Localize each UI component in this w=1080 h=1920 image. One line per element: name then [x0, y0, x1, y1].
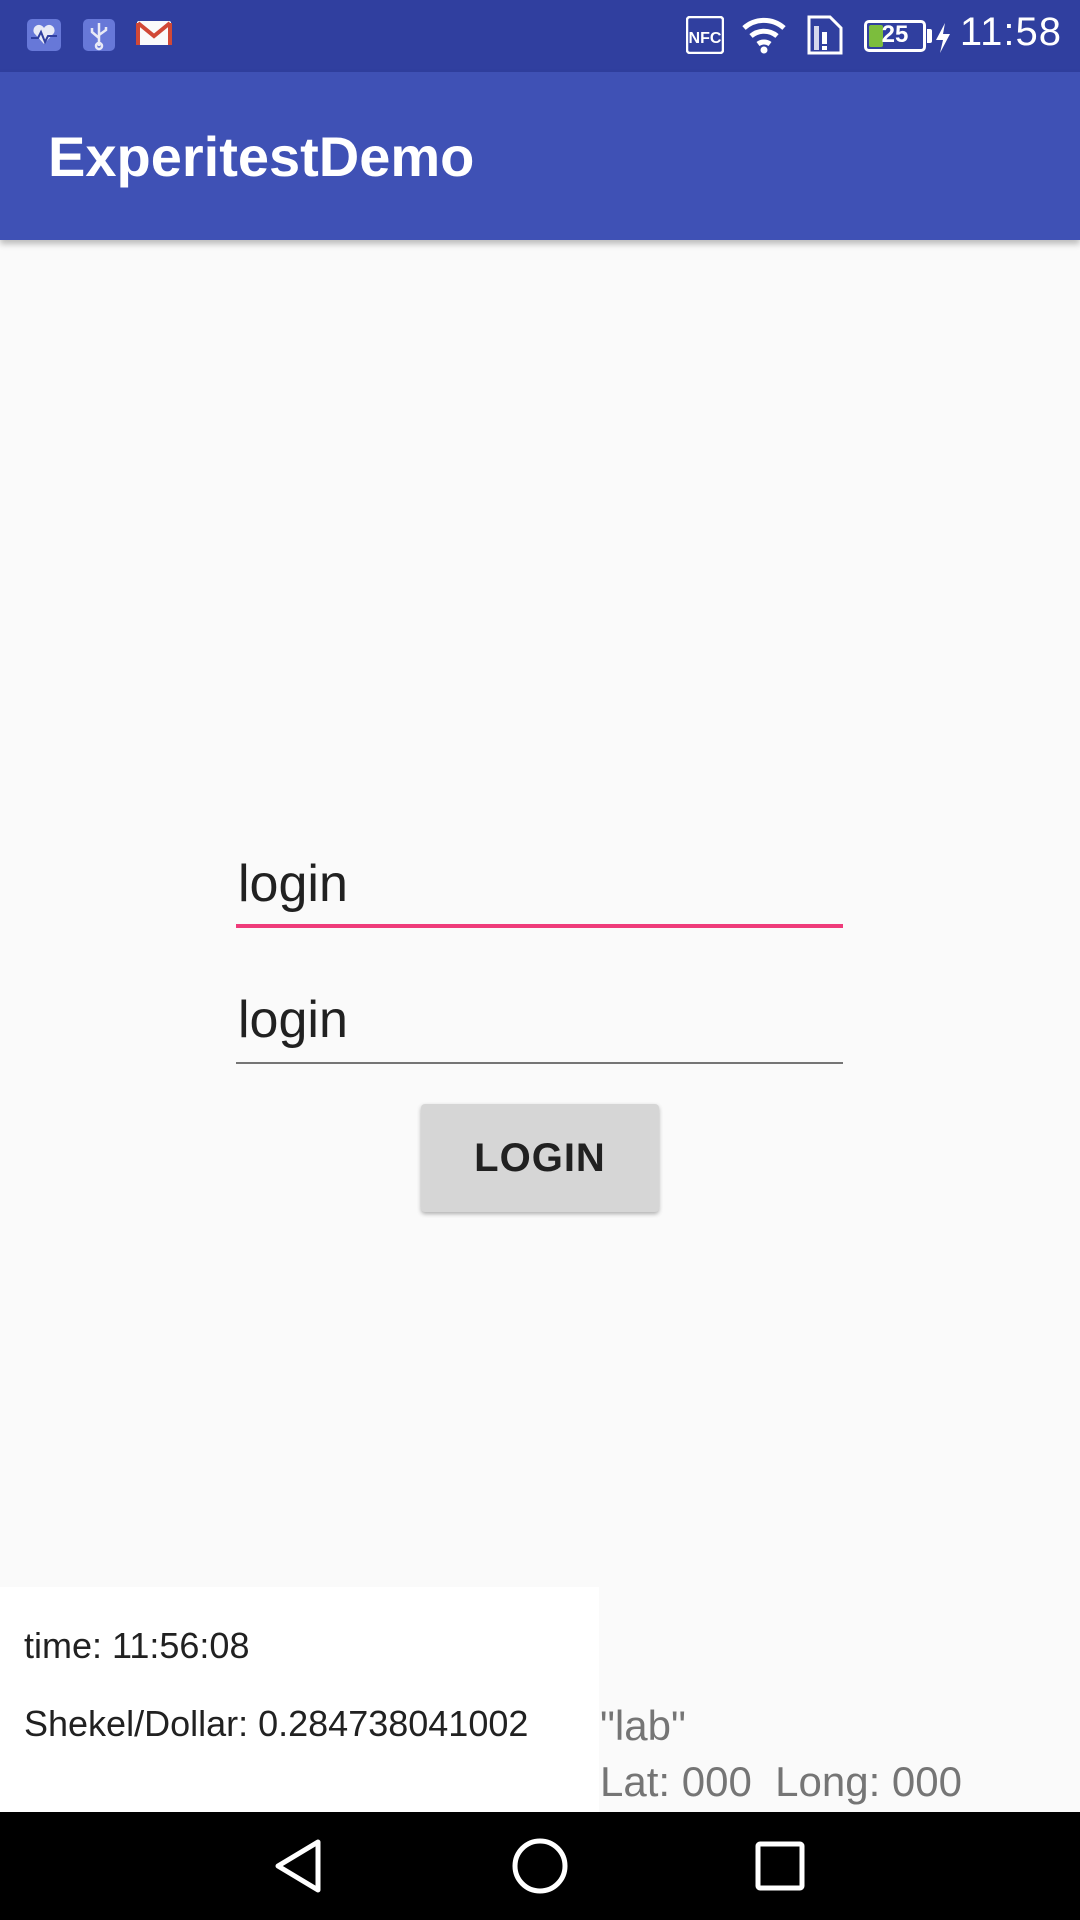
status-bar: NFC 25 11:58: [0, 0, 1080, 72]
username-field[interactable]: [236, 844, 843, 928]
svg-text:NFC: NFC: [689, 30, 722, 47]
wifi-icon: [740, 14, 788, 59]
recents-icon[interactable]: [750, 1836, 810, 1896]
coordinates-label: Lat: 000 Long: 000: [600, 1758, 962, 1805]
app-title: ExperitestDemo: [48, 125, 475, 188]
password-underline: [236, 1062, 843, 1064]
battery-level-text: 25: [881, 21, 909, 48]
sim-icon: [806, 14, 844, 61]
app-bar: ExperitestDemo: [0, 72, 1080, 240]
usb-icon: [82, 18, 116, 57]
navigation-bar: [0, 1812, 1080, 1920]
info-panel: time: 11:56:08 Shekel/Dollar: 0.28473804…: [0, 1587, 599, 1812]
login-button[interactable]: LOGIN: [421, 1104, 659, 1212]
password-field[interactable]: [236, 980, 843, 1064]
battery-icon: 25: [864, 20, 926, 52]
username-underline: [236, 924, 843, 928]
status-time: 11:58: [959, 10, 1062, 54]
health-icon: [26, 18, 62, 57]
password-input[interactable]: [236, 980, 843, 1060]
gmail-icon: [136, 18, 172, 53]
screen: NFC 25 11:58 ExperitestDemo login login …: [0, 0, 1080, 1920]
charging-icon: [934, 22, 952, 59]
username-input[interactable]: [236, 844, 843, 924]
lab-label: "lab": [600, 1702, 686, 1749]
exchange-rate-label: Shekel/Dollar: 0.284738041002: [24, 1703, 529, 1744]
back-icon[interactable]: [270, 1836, 330, 1896]
nfc-icon: NFC: [685, 15, 725, 59]
time-label: time: 11:56:08: [24, 1625, 250, 1666]
home-icon[interactable]: [510, 1836, 570, 1896]
battery-cap: [927, 29, 932, 43]
